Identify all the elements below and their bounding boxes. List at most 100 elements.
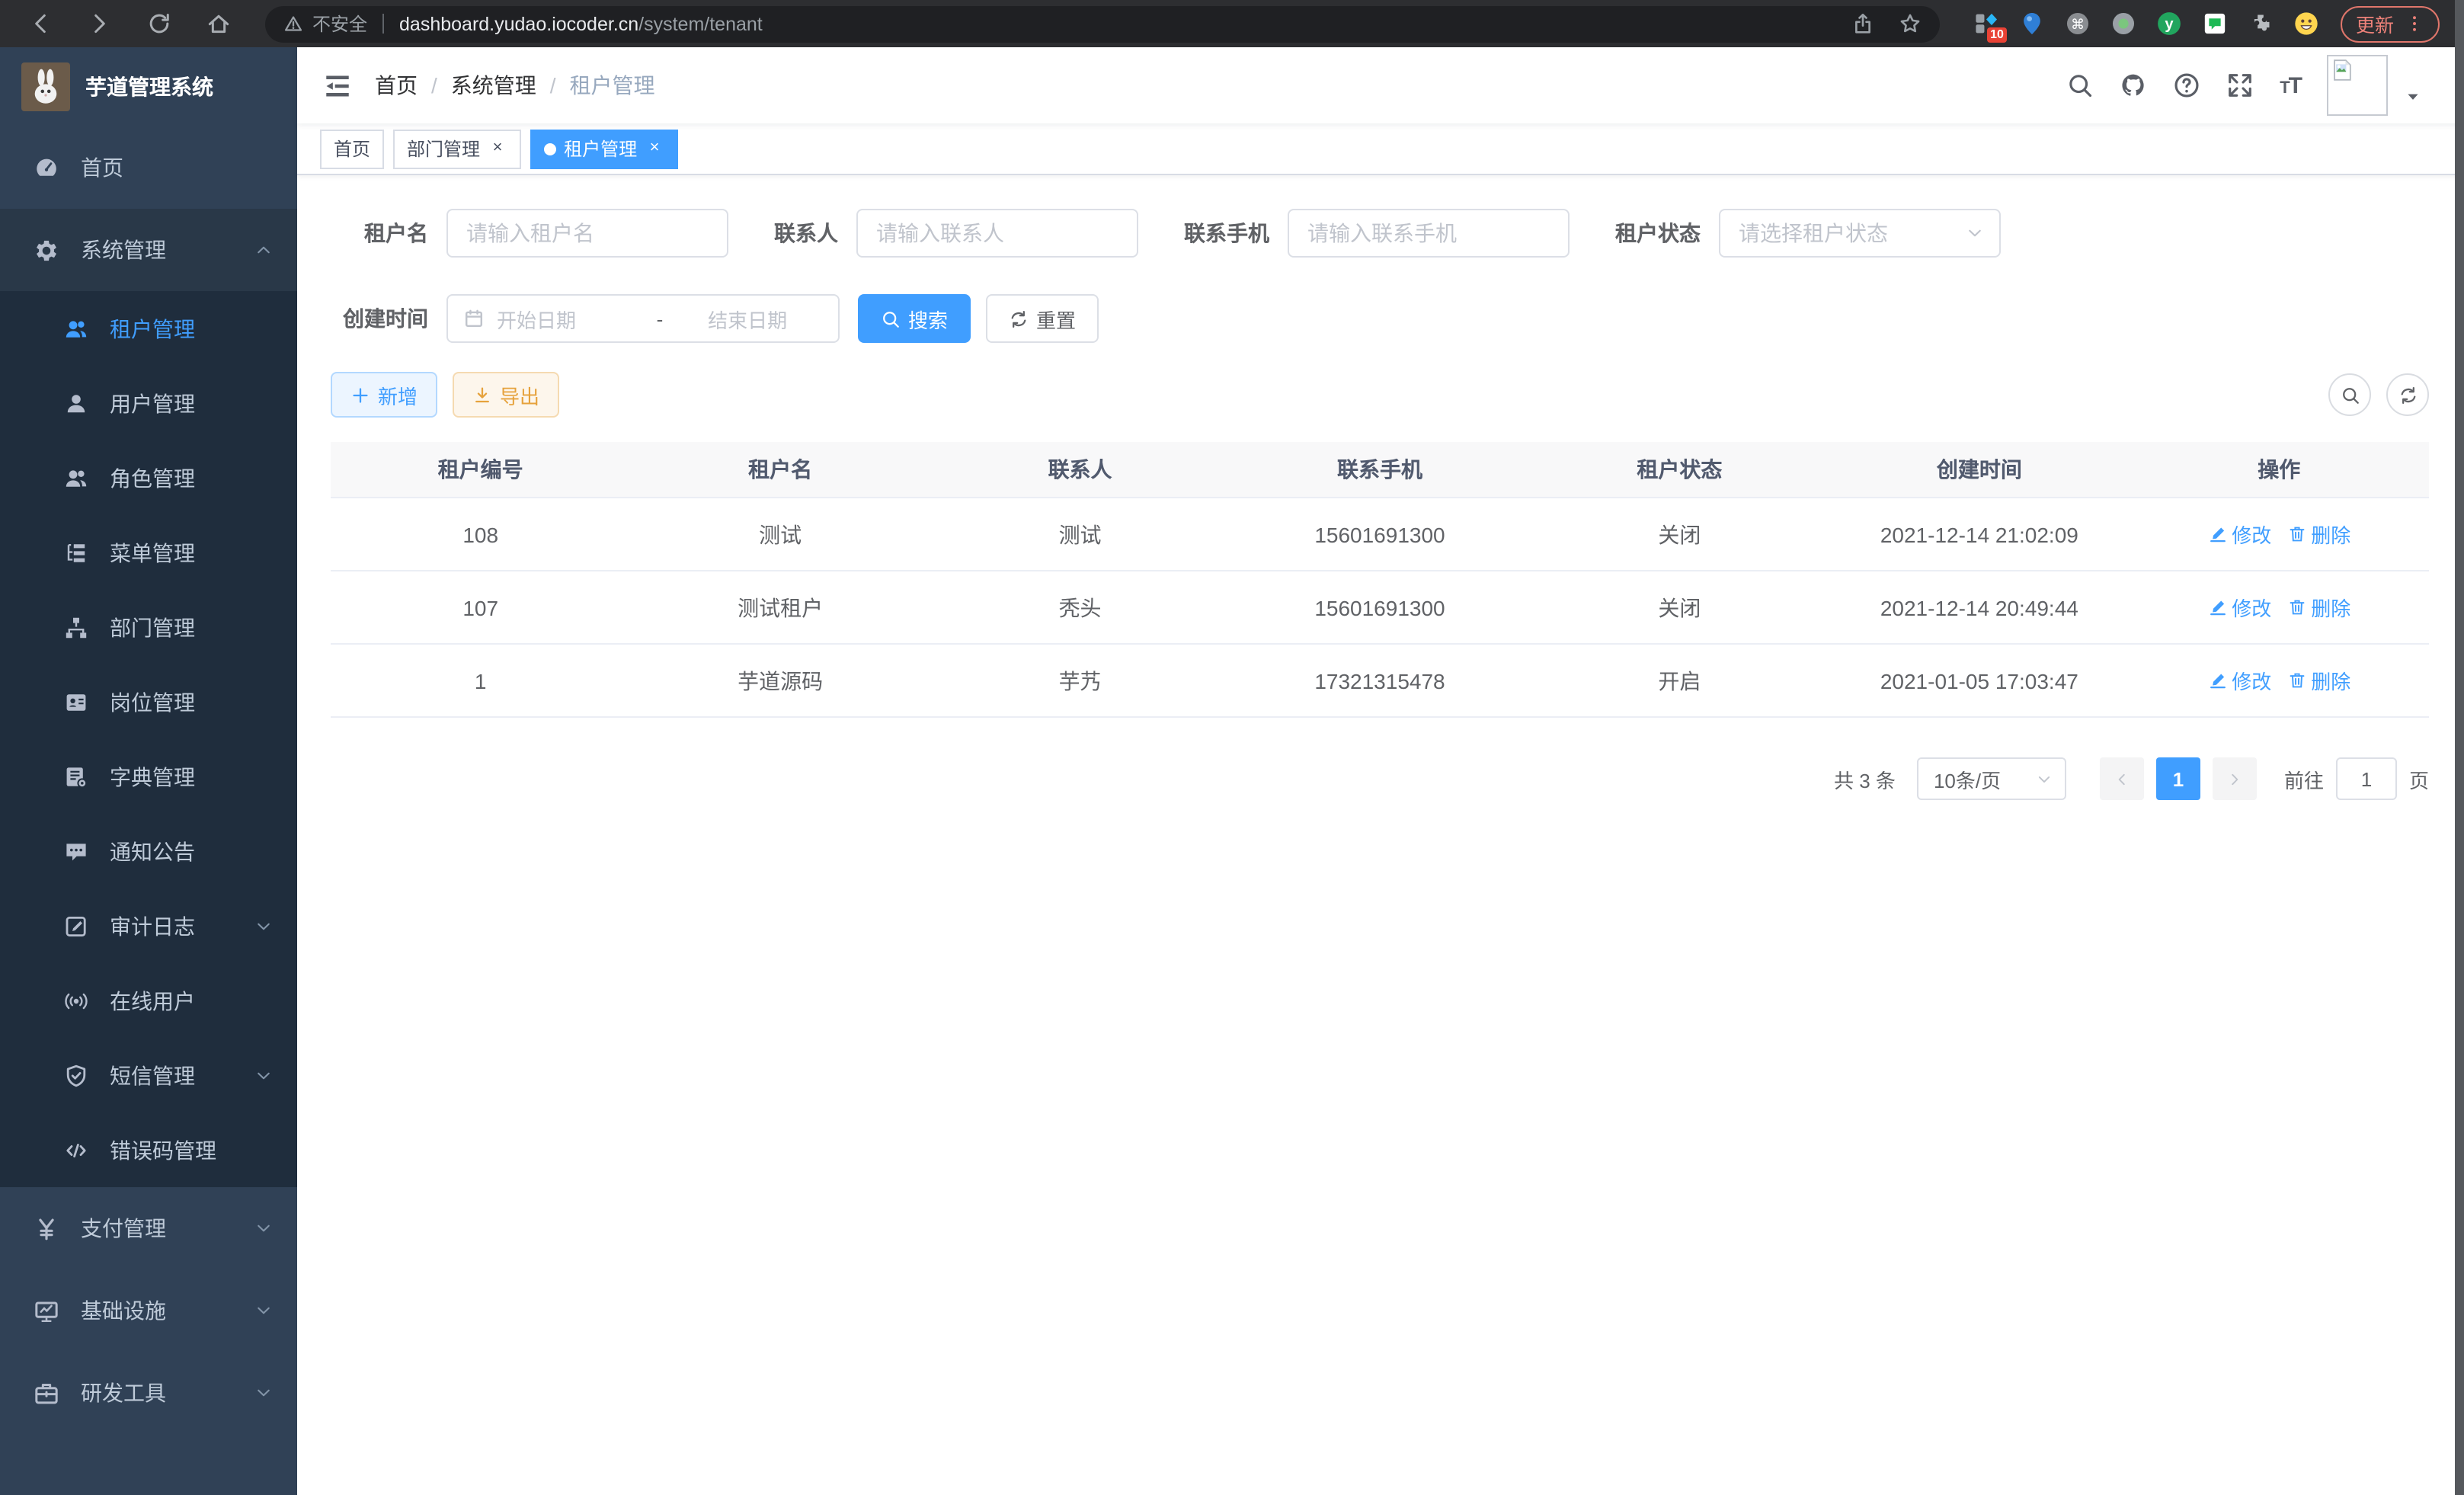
show-search-toggle-button[interactable] [2328, 373, 2371, 416]
emoji-profile-icon[interactable] [2293, 11, 2319, 37]
sidebar-item-roles[interactable]: 角色管理 [0, 440, 297, 515]
export-button[interactable]: 导出 [453, 372, 559, 418]
date-separator: - [648, 307, 673, 330]
chevron-right-icon [2226, 770, 2243, 787]
browser-home-icon[interactable] [206, 11, 232, 37]
sidebar-item-dict[interactable]: 字典管理 [0, 739, 297, 814]
tenant-name-field: 租户名 [331, 209, 728, 258]
breadcrumb-item[interactable]: 系统管理 [451, 70, 536, 101]
header-search-icon[interactable] [2066, 72, 2094, 99]
app-logo[interactable]: 芋道管理系统 [0, 47, 297, 126]
browser-forward-icon[interactable] [87, 11, 113, 37]
sidebar-item-tenants[interactable]: 租户管理 [0, 291, 297, 366]
filter-row-2: 创建时间 开始日期 - 结束日期 搜索 重置 [331, 294, 2429, 343]
bookmark-star-icon[interactable] [1899, 12, 1922, 35]
sidebar-item-online-user[interactable]: 在线用户 [0, 963, 297, 1038]
navbar-actions: TT [2066, 55, 2464, 116]
edit-link[interactable]: 修改 [2207, 593, 2271, 622]
sidebar-item-gear[interactable]: 系统管理 [0, 209, 297, 291]
page-size-select[interactable]: 10条/页 [1917, 757, 2066, 800]
yapi-extension-icon: y [2156, 11, 2182, 37]
sidebar-collapse-button[interactable] [297, 71, 375, 100]
sidebar-item-menu-tree[interactable]: 菜单管理 [0, 515, 297, 590]
extension-badge: 10 [1987, 27, 2007, 43]
share-icon[interactable] [1851, 12, 1874, 35]
help-icon[interactable] [2173, 72, 2200, 99]
add-button[interactable]: 新增 [331, 372, 437, 418]
sidebar-item-sms-shield[interactable]: 短信管理 [0, 1038, 297, 1112]
github-icon[interactable] [2120, 72, 2147, 99]
reset-button[interactable]: 重置 [986, 294, 1099, 343]
breadcrumb-item[interactable]: 首页 [375, 70, 418, 101]
phone-input[interactable] [1288, 209, 1570, 258]
security-indicator[interactable]: 不安全 [283, 11, 367, 37]
sidebar-item-org[interactable]: 部门管理 [0, 590, 297, 664]
sidebar-item-user[interactable]: 用户管理 [0, 366, 297, 440]
delete-link[interactable]: 删除 [2286, 520, 2350, 549]
address-bar[interactable]: 不安全 dashboard.yudao.iocoder.cn/system/te… [265, 5, 1940, 42]
search-icon [881, 309, 901, 328]
font-size-icon[interactable]: TT [2280, 72, 2301, 98]
sidebar-item-label: 岗位管理 [110, 687, 195, 717]
sidebar-item-toolbox[interactable]: 研发工具 [0, 1352, 297, 1434]
sidebar-item-audit-log[interactable]: 审计日志 [0, 888, 297, 963]
tenant-name-input[interactable] [446, 209, 728, 258]
refresh-table-button[interactable] [2386, 373, 2429, 416]
prev-page-button[interactable] [2100, 757, 2144, 800]
date-range-picker[interactable]: 开始日期 - 结束日期 [446, 294, 840, 343]
cell-name: 测试 [630, 519, 930, 549]
search-button[interactable]: 搜索 [858, 294, 971, 343]
org-icon [64, 615, 88, 639]
yen-icon [34, 1215, 59, 1241]
sidebar-item-label: 通知公告 [110, 836, 195, 866]
recorder-extension-icon[interactable] [2110, 11, 2136, 37]
extensions-area: 10 ⌘ y [1973, 11, 2319, 37]
sidebar-item-yen[interactable]: 支付管理 [0, 1187, 297, 1269]
close-icon[interactable]: × [488, 139, 507, 158]
delete-link[interactable]: 删除 [2286, 666, 2350, 695]
chat-extension-icon[interactable] [2202, 11, 2228, 37]
sidebar-item-label: 错误码管理 [110, 1135, 216, 1165]
user-avatar[interactable] [2327, 55, 2388, 116]
balloon-extension-icon[interactable] [2019, 11, 2045, 37]
tab-部门管理[interactable]: 部门管理× [393, 129, 521, 168]
edit-link[interactable]: 修改 [2207, 520, 2271, 549]
recorder-extension-icon [2110, 11, 2136, 37]
breadcrumb-item: 租户管理 [570, 70, 655, 101]
sidebar-item-label: 角色管理 [110, 463, 195, 493]
pinned-grid-extension-icon[interactable]: 10 [1973, 11, 1999, 37]
delete-link[interactable]: 删除 [2286, 593, 2350, 622]
sidebar-item-label: 系统管理 [81, 235, 166, 265]
browser-menu-icon[interactable] [2405, 14, 2424, 34]
close-icon[interactable]: × [645, 139, 664, 158]
sidebar-item-notice[interactable]: 通知公告 [0, 814, 297, 888]
page-number-1[interactable]: 1 [2156, 757, 2200, 800]
tab-租户管理[interactable]: 租户管理× [530, 129, 678, 168]
sidebar-item-dashboard[interactable]: 首页 [0, 126, 297, 209]
column-header: 联系人 [930, 454, 1230, 485]
add-button-label: 新增 [378, 380, 418, 409]
cell-actions: 修改删除 [2130, 520, 2429, 549]
tab-首页[interactable]: 首页 [320, 129, 384, 168]
browser-reload-icon[interactable] [146, 11, 172, 37]
security-label: 不安全 [312, 11, 367, 37]
fullscreen-icon[interactable] [2226, 72, 2254, 99]
sidebar-item-post-badge[interactable]: 岗位管理 [0, 664, 297, 739]
yapi-extension-icon[interactable]: y [2156, 11, 2182, 37]
browser-update-button[interactable]: 更新 [2341, 5, 2440, 42]
edit-link[interactable]: 修改 [2207, 666, 2271, 695]
browser-back-icon[interactable] [27, 11, 53, 37]
sidebar-item-error-code[interactable]: 错误码管理 [0, 1112, 297, 1187]
sidebar-item-label: 首页 [81, 152, 123, 183]
chevron-left-icon [2114, 770, 2130, 787]
table-toolbar: 新增 导出 [331, 372, 2429, 418]
command-extension-icon[interactable]: ⌘ [2065, 11, 2091, 37]
next-page-button[interactable] [2213, 757, 2257, 800]
user-menu-caret-icon[interactable] [2405, 88, 2421, 104]
contact-input[interactable] [856, 209, 1138, 258]
trash-icon [2286, 524, 2306, 544]
goto-page-input[interactable] [2336, 757, 2397, 800]
puzzle-extensions-icon[interactable] [2248, 11, 2274, 37]
status-select[interactable]: 请选择租户状态 [1719, 209, 2001, 258]
sidebar-item-infra-monitor[interactable]: 基础设施 [0, 1269, 297, 1352]
